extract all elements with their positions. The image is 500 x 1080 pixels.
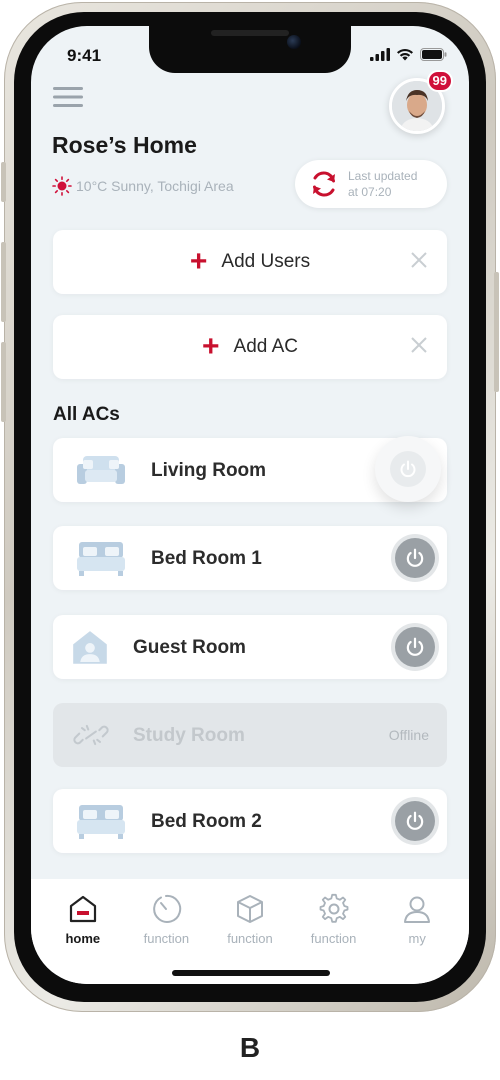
power-button[interactable] [395, 538, 435, 578]
power-button-inner [390, 451, 426, 487]
broken-link-icon [73, 724, 109, 746]
home-icon [69, 895, 96, 923]
power-button[interactable] [395, 801, 435, 841]
nav-my[interactable]: my [375, 879, 459, 984]
status-time: 9:41 [67, 46, 102, 65]
volume-down-button [1, 342, 6, 422]
timer-icon [153, 894, 182, 923]
battery-icon [420, 48, 447, 61]
close-icon[interactable] [409, 335, 429, 355]
nav-label: home [65, 931, 101, 946]
power-button[interactable] [375, 436, 441, 502]
room-name: Living Room [151, 460, 267, 481]
last-updated-label: Last updated [348, 169, 418, 183]
add-ac-card[interactable]: + Add AC [53, 315, 447, 379]
room-name: Bed Room 1 [151, 548, 262, 569]
power-icon [406, 548, 424, 567]
close-icon[interactable] [409, 250, 429, 270]
front-camera [287, 35, 301, 49]
bed-icon [77, 805, 125, 839]
add-users-label: Add Users [221, 251, 311, 272]
room-card-guest-room[interactable]: Guest Room [53, 615, 447, 679]
power-icon [400, 460, 416, 478]
mute-switch [1, 162, 6, 202]
nav-function-timer[interactable]: function [125, 879, 209, 984]
power-icon [406, 637, 424, 656]
room-card-living-room[interactable]: Living Room [53, 436, 447, 502]
gear-icon [319, 893, 348, 923]
last-updated-time: at 07:20 [348, 185, 392, 199]
power-icon [406, 811, 424, 830]
refresh-icon [313, 171, 335, 197]
weather-text: 10°C Sunny, Tochigi Area [76, 178, 234, 194]
refresh-button[interactable]: Last updated at 07:20 [295, 160, 447, 208]
plus-icon: + [202, 330, 220, 363]
offline-status: Offline [388, 727, 429, 743]
nav-label: function [310, 931, 357, 946]
user-icon [404, 896, 431, 923]
room-card-bed-room-2[interactable]: Bed Room 2 [53, 789, 447, 853]
home-indicator[interactable] [172, 970, 330, 976]
section-title: All ACs [53, 404, 120, 425]
signal-icon [370, 48, 390, 61]
app-screen: 9:41 99 Rose’s Home 10°C Sunny, Tochigi … [31, 26, 469, 984]
add-ac-label: Add AC [233, 336, 298, 357]
menu-icon[interactable] [53, 86, 83, 108]
power-side-button [494, 272, 499, 392]
room-card-study-room[interactable]: Study Room Offline [53, 703, 447, 767]
weather-info: 10°C Sunny, Tochigi Area [52, 176, 234, 196]
room-name: Study Room [133, 725, 245, 746]
sun-icon [52, 176, 72, 196]
power-button[interactable] [395, 627, 435, 667]
nav-function-cube[interactable]: function [208, 879, 292, 984]
figure-caption: B [239, 1032, 261, 1063]
add-users-card[interactable]: + Add Users [53, 230, 447, 294]
bed-icon [77, 542, 125, 576]
notification-badge: 99 [426, 70, 453, 92]
home-title: Rose’s Home [52, 132, 197, 158]
last-updated-text: Last updated at 07:20 [348, 168, 417, 200]
profile-avatar-button[interactable]: 99 [389, 70, 453, 134]
sofa-icon [77, 456, 125, 484]
volume-up-button [1, 242, 6, 322]
bottom-nav: home function function function my [31, 879, 469, 984]
nav-label: function [143, 931, 190, 946]
nav-label: my [408, 931, 426, 946]
wifi-icon [397, 48, 413, 61]
speaker-grille [211, 30, 289, 36]
notch [149, 26, 351, 73]
nav-label: function [227, 931, 273, 946]
room-card-bed-room-1[interactable]: Bed Room 1 [53, 526, 447, 590]
nav-home[interactable]: home [41, 879, 125, 984]
status-icons [370, 48, 447, 61]
room-name: Guest Room [133, 637, 246, 658]
plus-icon: + [189, 245, 208, 278]
cube-icon [236, 895, 263, 923]
nav-function-settings[interactable]: function [292, 879, 376, 984]
guest-house-icon [73, 631, 107, 664]
room-name: Bed Room 2 [151, 811, 262, 832]
